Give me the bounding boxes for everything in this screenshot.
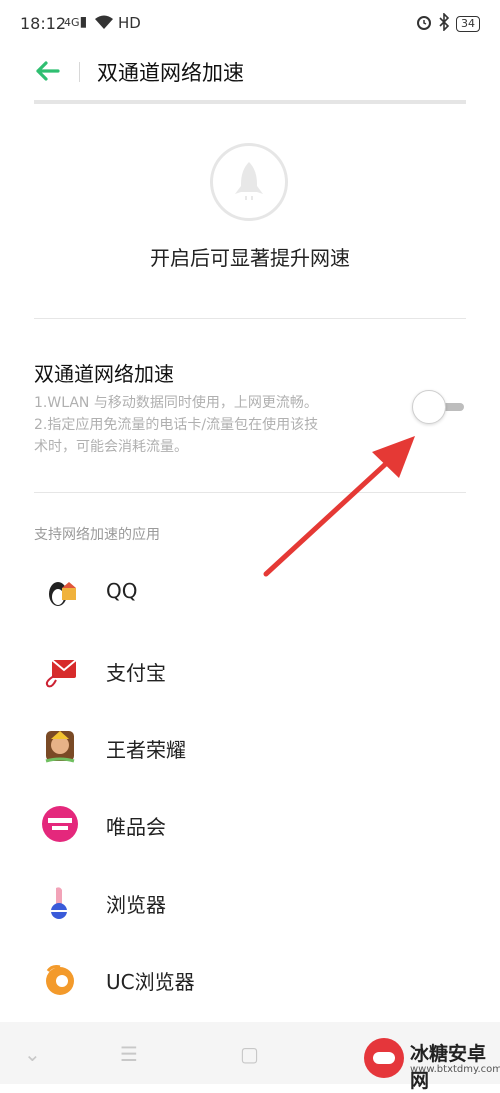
feature-desc-line-2: 2.指定应用免流量的电话卡/流量包在使用该技 <box>34 417 319 433</box>
watermark-url: www.btxtdmy.com <box>410 1064 500 1075</box>
wifi-icon <box>94 14 114 34</box>
app-list-header: 支持网络加速的应用 <box>34 527 160 543</box>
app-name: UC浏览器 <box>106 970 195 994</box>
list-item: 浏览器 <box>34 872 466 932</box>
hero-text: 开启后可显著提升网速 <box>150 246 350 270</box>
bluetooth-icon <box>438 12 450 35</box>
app-name: 浏览器 <box>106 893 166 917</box>
dual-channel-toggle[interactable] <box>412 390 468 424</box>
divider <box>34 492 466 493</box>
rocket-icon <box>210 143 288 221</box>
page-title: 双通道网络加速 <box>97 61 244 85</box>
watermark-logo <box>364 1038 404 1078</box>
app-header: 双通道网络加速 <box>0 48 500 96</box>
list-item: 王者荣耀 <box>34 717 466 777</box>
list-item: 支付宝 <box>34 640 466 700</box>
header-shadow-line <box>34 100 466 104</box>
watermark: 冰糖安卓网 www.btxtdmy.com <box>364 1036 500 1092</box>
list-item: UC浏览器 <box>34 949 466 1009</box>
feature-desc-line-1: 1.WLAN 与移动数据同时使用，上网更流畅。 <box>34 395 318 411</box>
app-name: 王者荣耀 <box>106 738 186 762</box>
hd-label: HD <box>118 14 141 32</box>
vip-icon <box>42 806 78 842</box>
status-time: 18:12 <box>20 14 67 33</box>
status-bar: 18:12 4G▮ HD 34 <box>0 0 500 48</box>
list-item: 唯品会 <box>34 794 466 854</box>
nav-home-icon[interactable]: ▢ <box>240 1042 259 1066</box>
app-name: QQ <box>106 579 138 603</box>
feature-title: 双通道网络加速 <box>34 362 174 386</box>
divider <box>34 318 466 319</box>
alarm-icon <box>416 14 432 34</box>
list-item: QQ <box>34 562 466 622</box>
nav-collapse-icon[interactable]: ⌄ <box>24 1042 41 1066</box>
qq-icon <box>42 574 78 610</box>
header-divider <box>79 62 80 82</box>
toggle-knob <box>412 390 446 424</box>
alipay-icon <box>42 652 78 688</box>
signal-icon: 4G▮ <box>64 14 88 30</box>
browser-icon <box>42 884 78 920</box>
honor-of-kings-icon <box>42 729 78 765</box>
nav-menu-icon[interactable]: ☰ <box>120 1042 138 1066</box>
feature-desc-line-3: 术时，可能会消耗流量。 <box>34 439 188 455</box>
back-arrow-icon <box>36 61 60 81</box>
back-button[interactable] <box>34 58 66 84</box>
signal-label: 4G <box>64 16 80 29</box>
app-name: 唯品会 <box>106 815 166 839</box>
battery-icon: 34 <box>456 16 480 32</box>
uc-browser-icon <box>42 961 78 997</box>
feature-description: 1.WLAN 与移动数据同时使用，上网更流畅。 2.指定应用免流量的电话卡/流量… <box>34 392 394 458</box>
app-name: 支付宝 <box>106 661 166 685</box>
